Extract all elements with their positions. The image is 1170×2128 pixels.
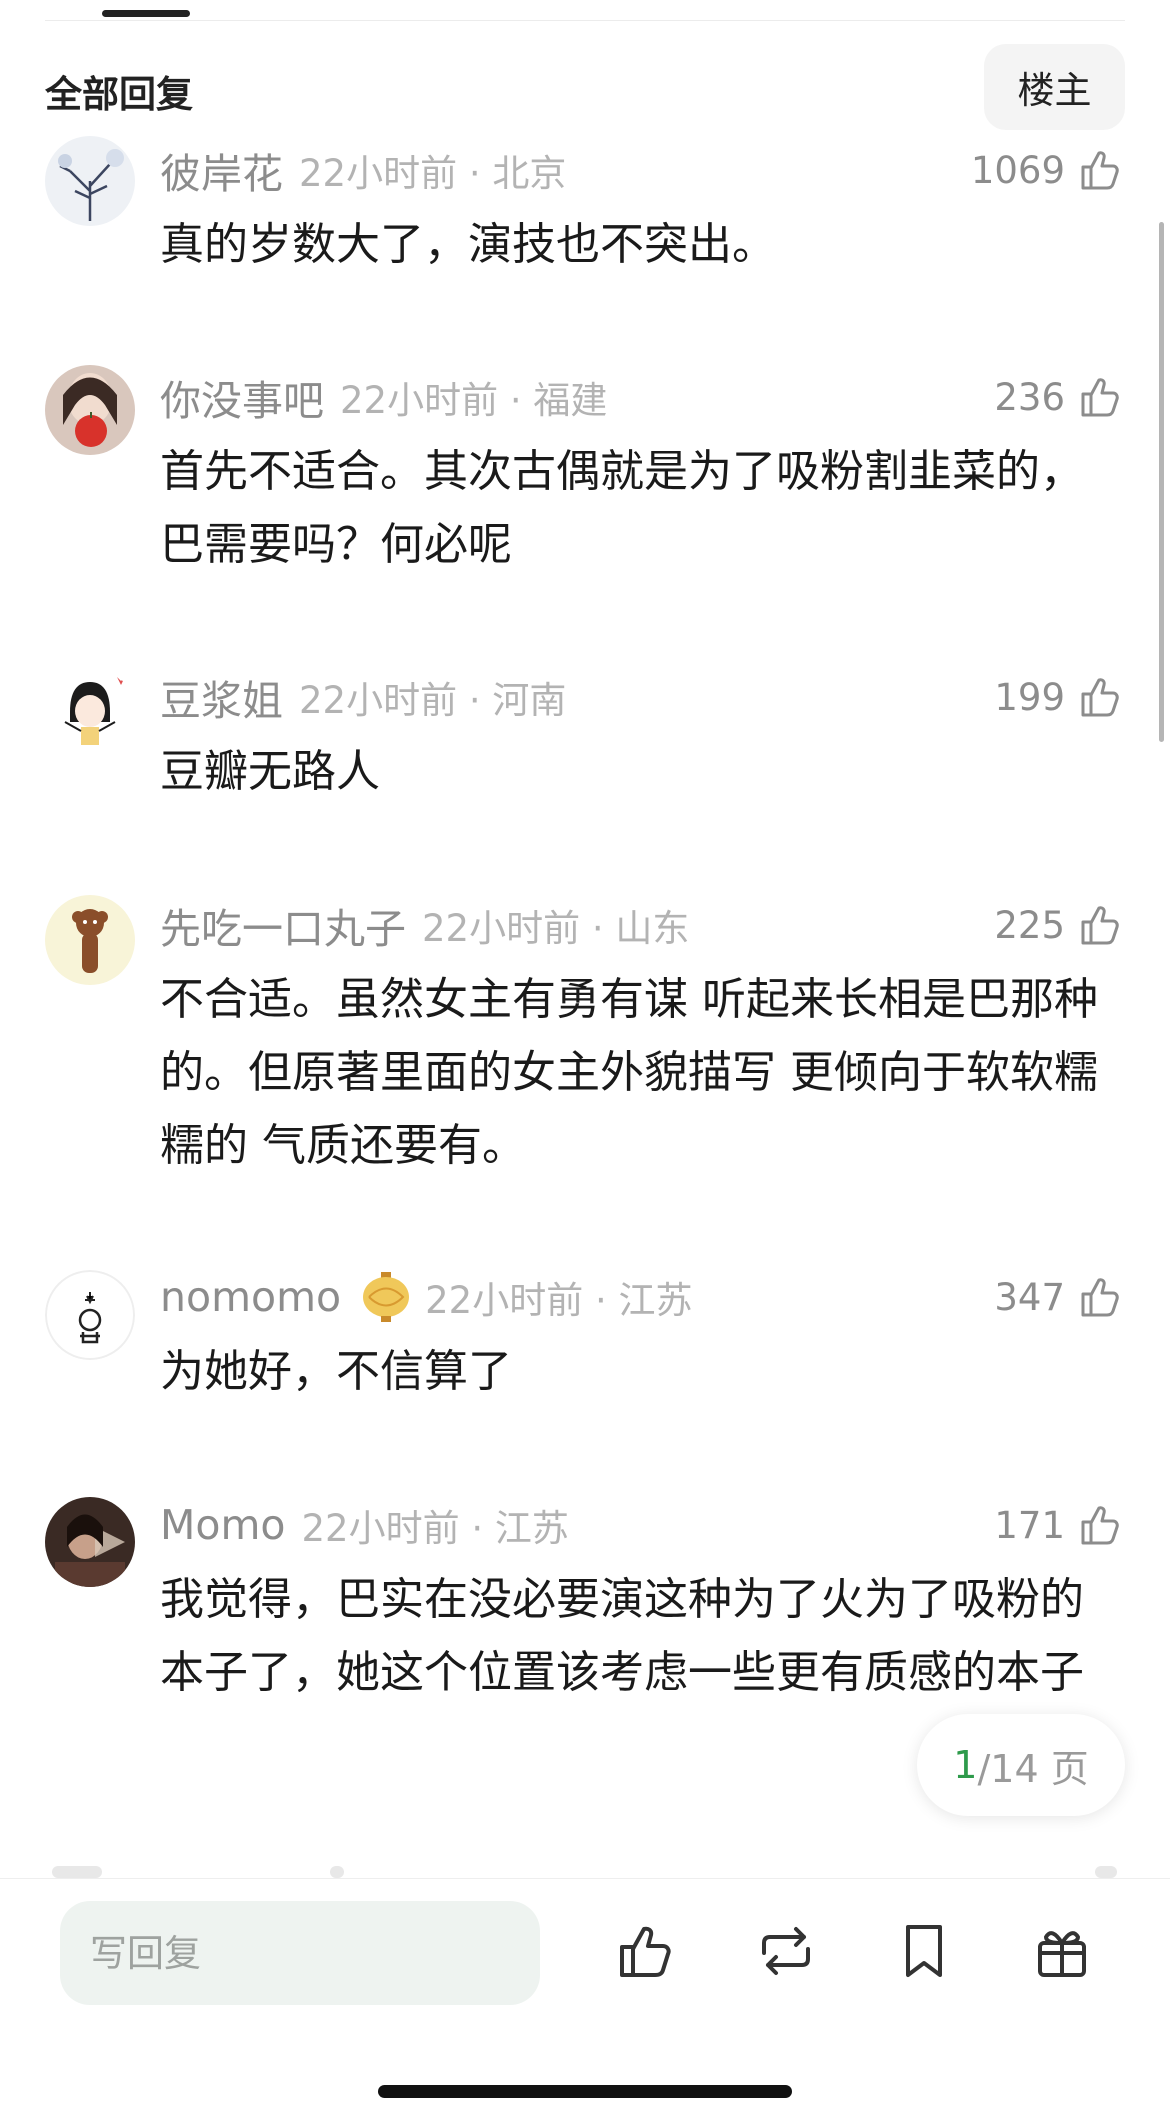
comment-text: 真的岁数大了，演技也不突出。 xyxy=(160,219,776,270)
like-count: 347 xyxy=(994,1275,1065,1319)
thumbs-up-icon xyxy=(1081,378,1119,417)
clipped-like-icon xyxy=(1095,1866,1117,1878)
avatar[interactable] xyxy=(45,136,135,226)
thumbs-up-icon xyxy=(1081,151,1119,190)
avatar[interactable] xyxy=(45,365,135,455)
replies-header: 全部回复 楼主 xyxy=(45,44,1125,130)
avatar[interactable] xyxy=(45,667,135,757)
comment-meta: Momo 22小时前 · 江苏 xyxy=(160,1495,569,1555)
username[interactable]: 你没事吧 xyxy=(160,367,324,427)
like-button[interactable]: 1069 xyxy=(971,140,1125,200)
comment-text: 为她好，不信算了 xyxy=(160,1346,512,1397)
comment-text: 不合适。虽然女主有勇有谋 听起来长相是巴那种的。但原著里面的女主外貌描写 更倾向… xyxy=(160,974,1098,1171)
home-indicator[interactable] xyxy=(378,2085,792,2098)
active-tab-indicator xyxy=(102,10,190,17)
avatar[interactable] xyxy=(45,1270,135,1360)
page-title: 全部回复 xyxy=(45,73,193,116)
like-count: 171 xyxy=(994,1503,1065,1547)
clipped-avatar xyxy=(52,1866,102,1878)
username[interactable]: Momo xyxy=(160,1501,285,1549)
thumbs-up-icon xyxy=(1081,1506,1119,1545)
gift-icon xyxy=(1038,1931,1086,1977)
timestamp-location: 22小时前 · 河南 xyxy=(299,679,567,722)
timestamp-location: 22小时前 · 江苏 xyxy=(301,1507,569,1550)
comment-meta: 豆浆姐 22小时前 · 河南 xyxy=(160,667,566,727)
comment-text: 豆瓣无路人 xyxy=(160,746,380,797)
timestamp-location: 22小时前 · 福建 xyxy=(340,379,608,422)
total-pages: /14 页 xyxy=(977,1746,1089,1791)
comment-meta: 你没事吧 22小时前 · 福建 xyxy=(160,367,607,427)
gift-action-button[interactable] xyxy=(1026,1915,1098,1987)
repost-action-button[interactable] xyxy=(750,1915,822,1987)
comment-text: 我觉得，巴实在没必要演这种为了火为了吸粉的本子了，她这个位置该考虑一些更有质感的… xyxy=(160,1574,1084,1698)
timestamp-location: 22小时前 · 北京 xyxy=(299,152,567,195)
comment-meta: 先吃一口丸子 22小时前 · 山东 xyxy=(160,895,689,955)
author-only-filter-button[interactable]: 楼主 xyxy=(984,44,1125,130)
scrollbar[interactable] xyxy=(1159,222,1164,742)
reply-input[interactable] xyxy=(60,1901,540,2005)
comment-meta: 彼岸花 22小时前 · 北京 xyxy=(160,140,566,200)
avatar[interactable] xyxy=(45,895,135,985)
timestamp-location: 22小时前 · 江苏 xyxy=(425,1279,693,1322)
like-button[interactable]: 347 xyxy=(994,1267,1125,1327)
like-button[interactable]: 236 xyxy=(994,367,1125,427)
like-icon xyxy=(620,1926,671,1977)
lantern-badge-icon xyxy=(363,1272,410,1322)
like-button[interactable]: 171 xyxy=(994,1495,1125,1555)
comment-text: 首先不适合。其次古偶就是为了吸粉割韭菜的，巴需要吗？何必呢 xyxy=(160,446,1084,570)
current-page: 1 xyxy=(953,1743,978,1787)
username[interactable]: 豆浆姐 xyxy=(160,667,283,727)
like-count: 1069 xyxy=(970,148,1065,192)
comment-meta: nomomo 22小时前 · 江苏 xyxy=(160,1267,693,1327)
like-button[interactable]: 199 xyxy=(994,667,1125,727)
page-indicator[interactable]: 1/14 页 xyxy=(917,1714,1125,1816)
repost-icon xyxy=(762,1927,810,1975)
avatar[interactable] xyxy=(45,1497,135,1587)
bookmark-icon xyxy=(906,1925,942,1977)
timestamp-location: 22小时前 · 山东 xyxy=(422,907,690,950)
like-count: 236 xyxy=(994,375,1065,419)
like-count: 199 xyxy=(994,675,1065,719)
username[interactable]: nomomo xyxy=(160,1273,341,1321)
bookmark-action-button[interactable] xyxy=(888,1915,960,1987)
like-button[interactable]: 225 xyxy=(994,895,1125,955)
username[interactable]: 彼岸花 xyxy=(160,140,283,200)
thumbs-up-icon xyxy=(1081,1278,1119,1317)
like-action-button[interactable] xyxy=(610,1915,682,1987)
thumbs-up-icon xyxy=(1081,906,1119,945)
top-divider xyxy=(45,20,1125,21)
clipped-badge xyxy=(330,1866,344,1878)
like-count: 225 xyxy=(994,903,1065,947)
username[interactable]: 先吃一口丸子 xyxy=(160,895,406,955)
thumbs-up-icon xyxy=(1081,678,1119,717)
